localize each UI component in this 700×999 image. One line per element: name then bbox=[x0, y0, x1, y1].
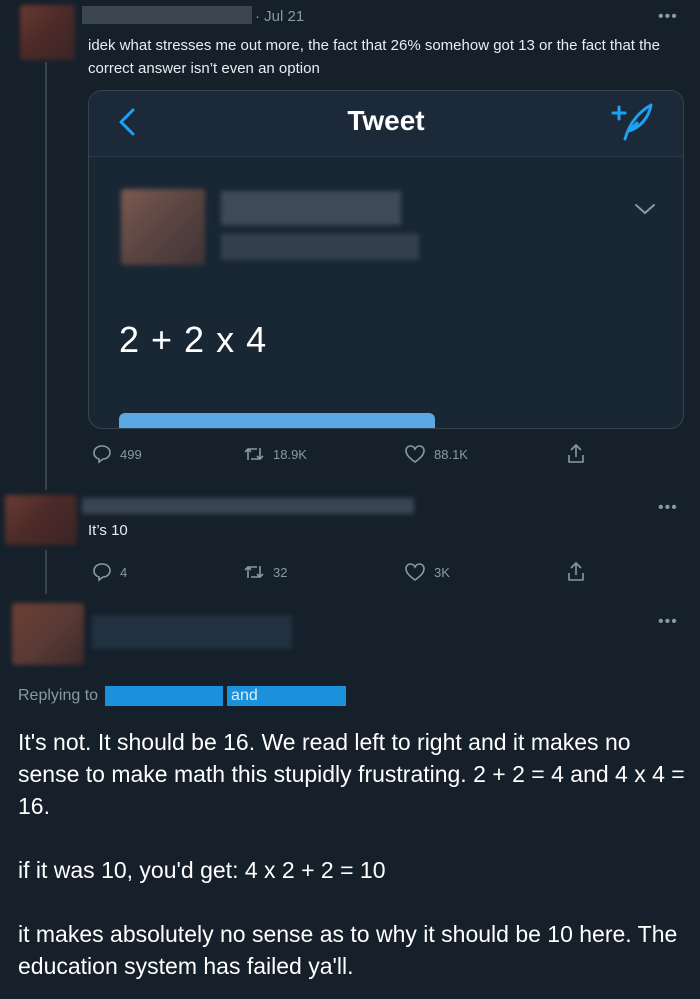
quoted-nav-bar: Tweet bbox=[89, 91, 683, 157]
username-redacted bbox=[82, 498, 414, 514]
share-icon[interactable] bbox=[566, 561, 586, 583]
reply-paragraph: if it was 10, you'd get: 4 x 2 + 2 = 10 bbox=[18, 857, 386, 883]
avatar[interactable] bbox=[20, 5, 75, 60]
username-redacted bbox=[82, 6, 252, 24]
heart-icon bbox=[405, 563, 425, 581]
like-button[interactable]: 88.1K bbox=[404, 444, 468, 464]
tweet-text: idek what stresses me out more, the fact… bbox=[88, 37, 660, 77]
like-button[interactable]: 3K bbox=[404, 562, 450, 582]
chevron-down-icon[interactable] bbox=[633, 201, 657, 217]
like-count: 3K bbox=[434, 564, 450, 580]
share-icon[interactable] bbox=[566, 443, 586, 465]
thread-line bbox=[45, 62, 47, 490]
reply-icon bbox=[93, 563, 111, 582]
retweet-icon bbox=[244, 448, 264, 460]
replying-label: Replying to bbox=[18, 687, 99, 704]
like-count: 88.1K bbox=[434, 446, 468, 462]
replying-and: and bbox=[227, 686, 262, 706]
mention-redacted[interactable] bbox=[261, 686, 346, 706]
reply-button[interactable]: 4 bbox=[92, 562, 127, 582]
reply-paragraph: It's not. It should be 16. We read left … bbox=[18, 729, 685, 819]
reply-body: It's not. It should be 16. We read left … bbox=[18, 726, 690, 982]
replying-to: Replying to and bbox=[18, 686, 346, 706]
reply-paragraph: it makes absolutely no sense as to why i… bbox=[18, 921, 678, 979]
mention-redacted[interactable] bbox=[105, 686, 224, 706]
quoted-handle-redacted bbox=[221, 234, 419, 260]
retweet-button[interactable]: 32 bbox=[243, 562, 287, 582]
username-redacted bbox=[92, 615, 292, 649]
reply-count: 4 bbox=[120, 564, 128, 580]
reply-count: 499 bbox=[120, 446, 142, 462]
retweet-count: 32 bbox=[273, 564, 288, 580]
reply-icon bbox=[93, 445, 111, 464]
tweet-date[interactable]: · Jul 21 bbox=[255, 8, 304, 25]
quoted-poll-bar bbox=[119, 413, 435, 428]
quoted-avatar bbox=[121, 189, 205, 265]
tweet-text: It’s 10 bbox=[88, 522, 128, 539]
avatar[interactable] bbox=[5, 495, 77, 545]
quoted-name-redacted bbox=[221, 191, 401, 225]
more-options-icon[interactable]: ••• bbox=[658, 614, 678, 630]
avatar[interactable] bbox=[12, 603, 84, 665]
quoted-content: 2 + 2 x 4 bbox=[119, 319, 268, 360]
thread-line bbox=[45, 550, 47, 594]
heart-icon bbox=[405, 445, 425, 463]
retweet-count: 18.9K bbox=[273, 446, 307, 462]
more-options-icon[interactable]: ••• bbox=[658, 500, 678, 516]
compose-feather-icon[interactable] bbox=[611, 99, 655, 143]
more-options-icon[interactable]: ••• bbox=[658, 9, 678, 25]
nav-title: Tweet bbox=[347, 105, 425, 136]
reply-button[interactable]: 499 bbox=[92, 444, 142, 464]
quoted-screenshot[interactable]: Tweet 2 + 2 x 4 bbox=[88, 90, 684, 429]
retweet-button[interactable]: 18.9K bbox=[243, 444, 307, 464]
retweet-icon bbox=[244, 566, 264, 578]
